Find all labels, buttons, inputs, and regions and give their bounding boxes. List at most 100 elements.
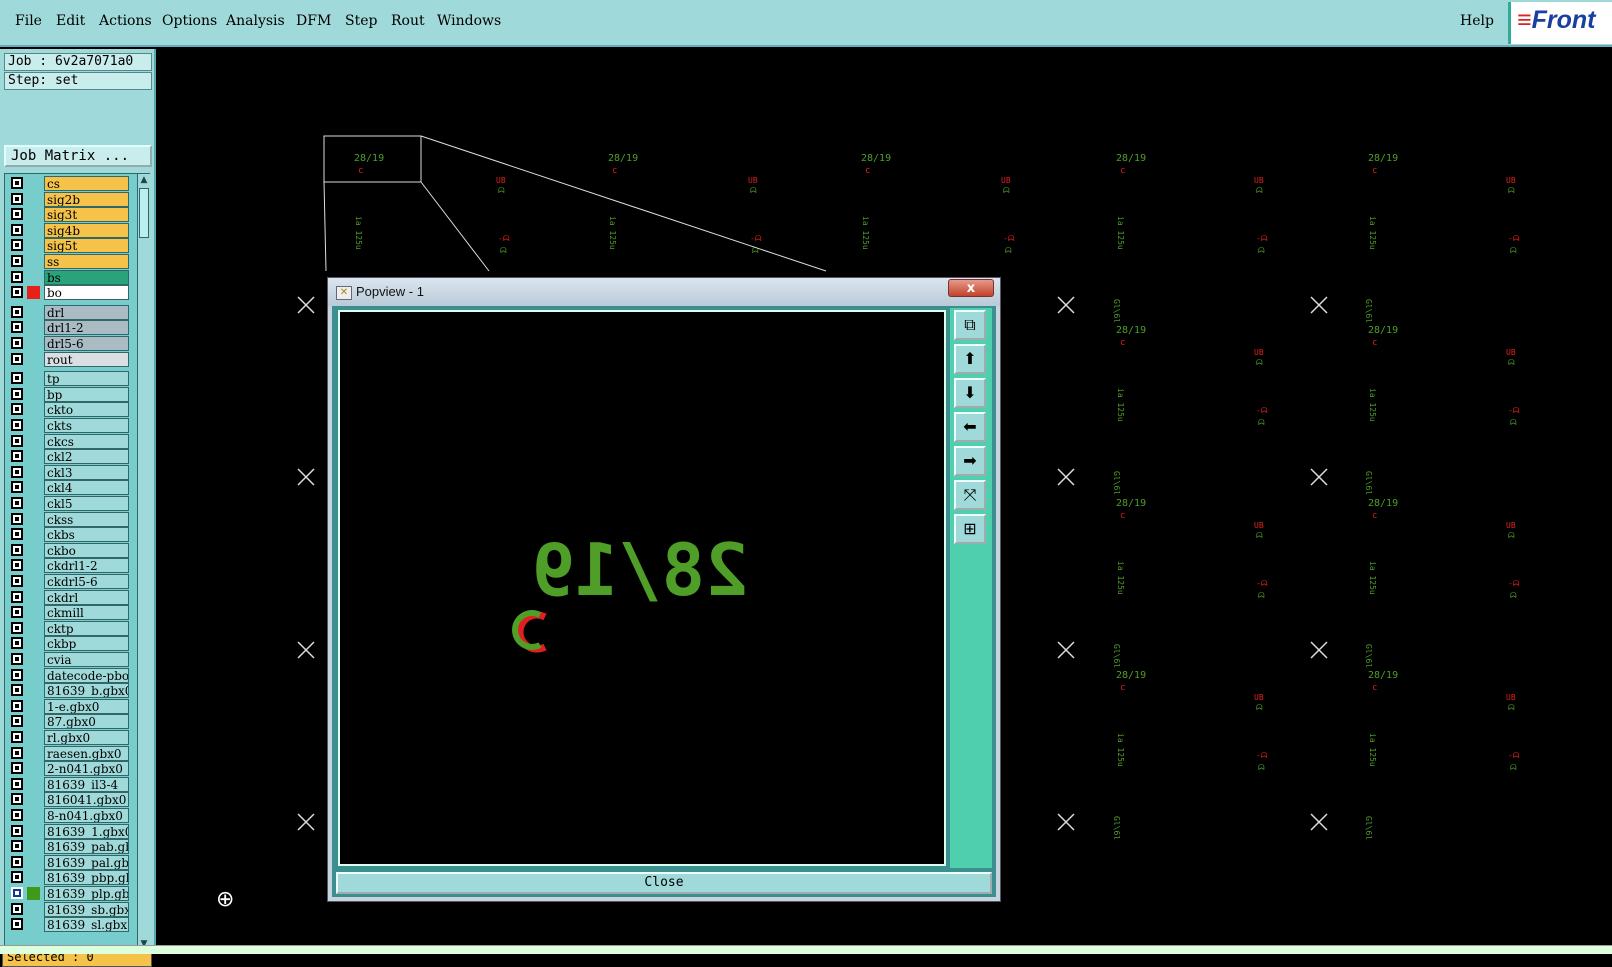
layer-row[interactable]: ckts <box>7 418 129 433</box>
layer-color-swatch[interactable] <box>27 372 40 385</box>
layer-row[interactable]: 81639_sl.gbx <box>7 917 129 933</box>
layer-checkbox[interactable] <box>11 699 23 712</box>
close-button[interactable]: Close <box>336 872 992 894</box>
layer-row[interactable]: bs <box>7 269 129 285</box>
layer-row[interactable]: cktp <box>7 620 129 636</box>
layer-row[interactable]: ckmill <box>7 605 129 621</box>
layer-checkbox[interactable] <box>11 559 23 572</box>
layer-checkbox[interactable] <box>11 321 23 334</box>
layer-name[interactable]: bp <box>44 386 129 402</box>
layer-color-swatch[interactable] <box>27 321 40 334</box>
job-matrix-button[interactable]: Job Matrix ... <box>4 145 152 167</box>
layer-color-swatch[interactable] <box>27 778 40 791</box>
layer-checkbox[interactable] <box>11 887 23 899</box>
layer-name[interactable]: ckbp <box>44 636 129 652</box>
layer-row[interactable]: cvia <box>7 652 129 667</box>
layer-row[interactable]: sig5t <box>7 238 129 254</box>
zoom-out-button[interactable]: ⤧ <box>954 480 986 510</box>
layer-row[interactable]: 87.gbx0 <box>7 714 129 730</box>
layer-color-swatch[interactable] <box>27 450 40 463</box>
layer-checkbox[interactable] <box>11 902 23 915</box>
layer-name[interactable]: 81639_pal.gbx <box>44 854 129 870</box>
layer-checkbox[interactable] <box>11 871 23 884</box>
layer-row[interactable]: raesen.gbx0 <box>7 745 129 761</box>
menu-options[interactable]: Options <box>162 13 217 29</box>
layer-name[interactable]: 81639_sb.gbx <box>44 901 129 917</box>
layer-row[interactable]: 81639_b.gbx0 <box>7 683 129 699</box>
layer-color-swatch[interactable] <box>27 809 40 822</box>
layer-checkbox[interactable] <box>11 575 23 587</box>
layer-checkbox[interactable] <box>11 746 23 759</box>
layer-row[interactable]: ckdrl1-2 <box>7 558 129 574</box>
layer-color-swatch[interactable] <box>27 715 40 728</box>
layer-color-swatch[interactable] <box>27 239 40 252</box>
layer-row[interactable]: rout <box>7 351 129 367</box>
layer-name[interactable]: cs <box>44 176 129 191</box>
layer-name[interactable]: ckl2 <box>44 449 129 465</box>
layer-color-swatch[interactable] <box>27 435 40 448</box>
layer-color-swatch[interactable] <box>27 513 40 526</box>
layer-checkbox[interactable] <box>11 668 23 681</box>
layer-color-swatch[interactable] <box>27 575 40 588</box>
layer-name[interactable]: 87.gbx0 <box>44 714 129 730</box>
layer-color-swatch[interactable] <box>27 793 40 806</box>
layer-checkbox[interactable] <box>11 305 23 318</box>
layer-row[interactable]: 81639_plp.gbx <box>7 886 129 901</box>
layer-name[interactable]: sig5t <box>44 238 129 254</box>
layer-row[interactable]: bo <box>7 285 129 301</box>
layer-name[interactable]: bo <box>44 285 129 301</box>
layer-color-swatch[interactable] <box>27 731 40 744</box>
layer-row[interactable]: 81639_1.gbx0 <box>7 823 129 839</box>
layer-row[interactable]: 81639_il3-4 <box>7 776 129 792</box>
window-close-button[interactable]: x <box>948 279 994 297</box>
layer-name[interactable]: cvia <box>44 652 129 667</box>
layer-color-swatch[interactable] <box>27 481 40 494</box>
layer-color-swatch[interactable] <box>27 497 40 510</box>
layer-row[interactable]: ckbs <box>7 527 129 543</box>
layer-color-swatch[interactable] <box>27 337 40 350</box>
layer-row[interactable]: 2-n041.gbx0 <box>7 761 129 777</box>
layer-color-swatch[interactable] <box>27 653 40 666</box>
layer-color-swatch[interactable] <box>27 887 40 900</box>
layer-checkbox[interactable] <box>11 239 23 252</box>
layer-checkbox[interactable] <box>11 208 23 221</box>
layer-name[interactable]: 8-n041.gbx0 <box>44 808 129 823</box>
layer-name[interactable]: raesen.gbx0 <box>44 745 129 761</box>
layer-row[interactable]: cs <box>7 176 129 191</box>
layer-checkbox[interactable] <box>11 450 23 463</box>
layer-name[interactable]: drl5-6 <box>44 336 129 351</box>
layer-checkbox[interactable] <box>11 481 23 494</box>
layer-name[interactable]: sig3t <box>44 207 129 223</box>
popview-titlebar[interactable]: ✕ Popview - 1 x <box>328 278 1000 306</box>
layer-row[interactable]: tp <box>7 371 129 387</box>
layer-color-swatch[interactable] <box>27 403 40 416</box>
layer-checkbox[interactable] <box>11 809 23 821</box>
layer-row[interactable]: ckl2 <box>7 449 129 465</box>
pan-left-button[interactable]: ⬅ <box>954 412 986 442</box>
layer-color-swatch[interactable] <box>27 208 40 221</box>
layer-checkbox[interactable] <box>11 337 23 349</box>
layer-row[interactable]: rl.gbx0 <box>7 730 129 745</box>
layer-row[interactable]: 81639_pab.gbx <box>7 839 129 855</box>
scroll-thumb[interactable] <box>139 188 149 238</box>
layer-color-swatch[interactable] <box>27 466 40 479</box>
center-button[interactable]: ⊞ <box>954 514 986 544</box>
layer-checkbox[interactable] <box>11 372 23 385</box>
scroll-up-icon[interactable]: ▲ <box>138 174 150 186</box>
layer-color-swatch[interactable] <box>27 419 40 432</box>
layer-row[interactable]: ckl4 <box>7 480 129 496</box>
layer-color-swatch[interactable] <box>27 637 40 650</box>
layer-row[interactable]: 81639_sb.gbx <box>7 901 129 917</box>
layer-name[interactable]: rout <box>44 351 129 367</box>
layer-name[interactable]: ckss <box>44 511 129 527</box>
layer-row[interactable]: drl5-6 <box>7 336 129 351</box>
layer-name[interactable]: 81639_plp.gbx <box>44 886 129 901</box>
layer-name[interactable]: ckl3 <box>44 464 129 480</box>
layer-color-swatch[interactable] <box>27 286 40 300</box>
layer-name[interactable]: 81639_pab.gbx <box>44 839 129 855</box>
menu-edit[interactable]: Edit <box>56 13 85 29</box>
menu-help[interactable]: Help <box>1460 13 1494 29</box>
layer-name[interactable]: ckbs <box>44 527 129 543</box>
layer-name[interactable]: ss <box>44 254 129 269</box>
layer-checkbox[interactable] <box>11 465 23 478</box>
